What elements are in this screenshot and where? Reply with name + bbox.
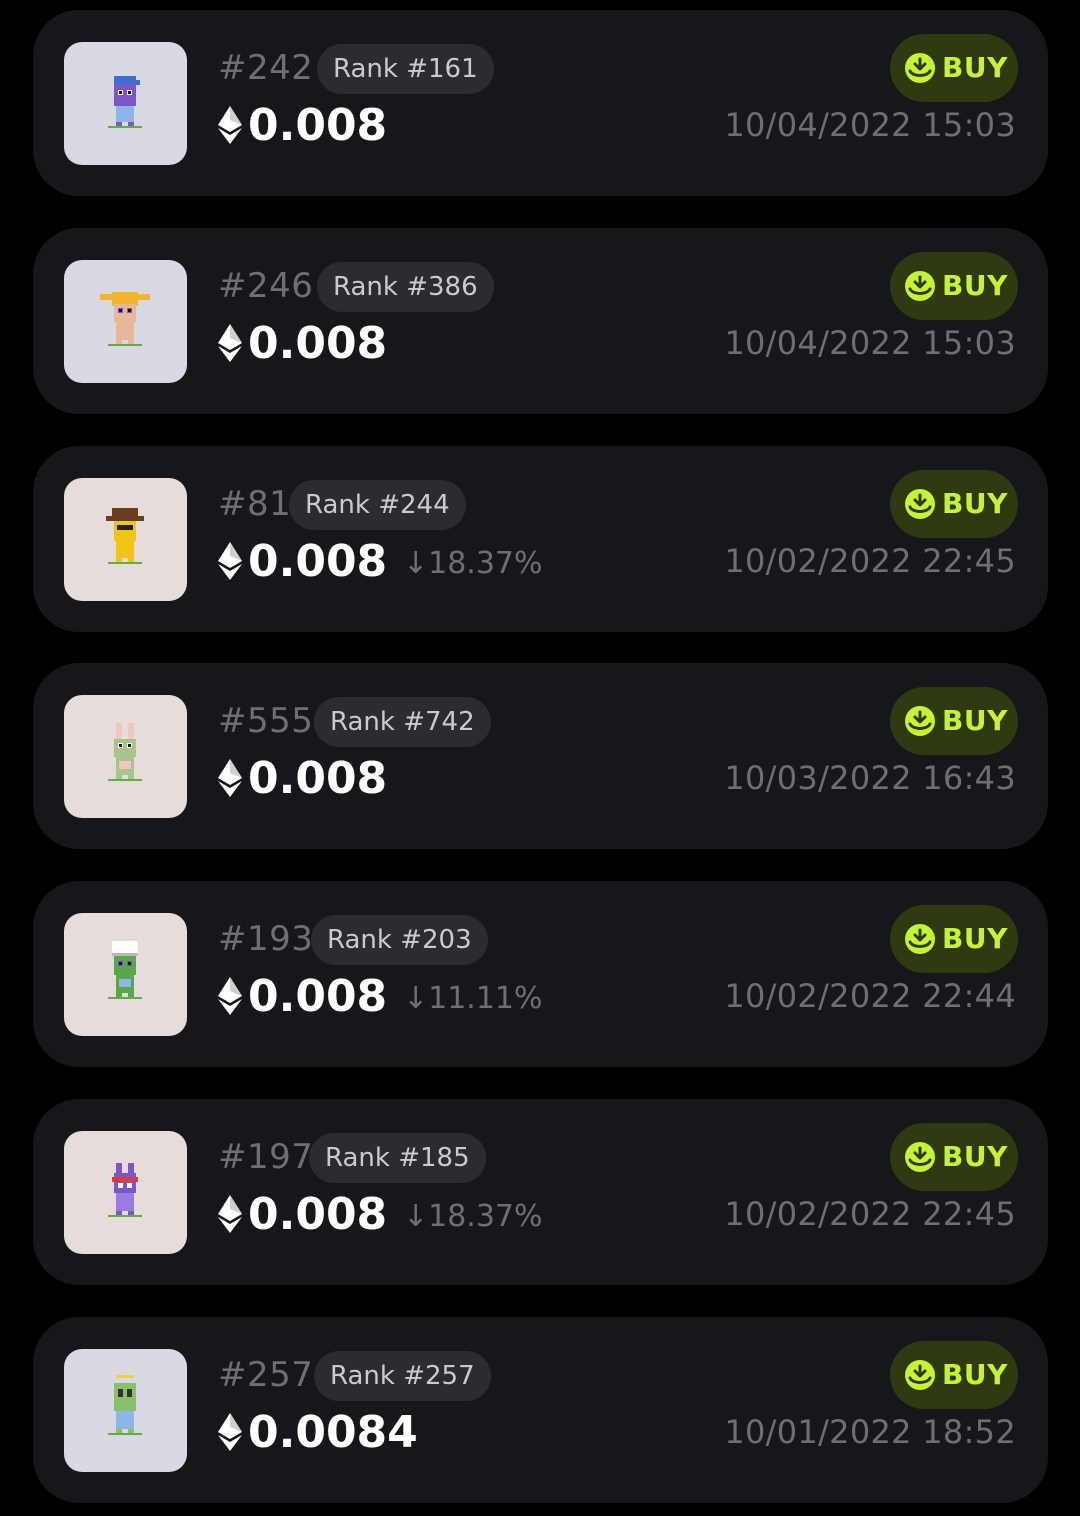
sale-timestamp: 10/02/2022 22:45	[724, 542, 1016, 580]
ethereum-icon	[218, 324, 242, 362]
rank-badge: Rank #386	[317, 262, 494, 312]
rank-badge: Rank #244	[289, 480, 466, 530]
price-value: 0.008	[248, 753, 388, 804]
nft-thumbnail[interactable]	[64, 1131, 187, 1254]
token-id: #257	[218, 1355, 314, 1395]
buy-button[interactable]: BUY	[890, 1341, 1018, 1409]
sale-timestamp: 10/01/2022 18:52	[724, 1413, 1016, 1451]
avatar-image	[64, 42, 187, 165]
token-id: #81	[218, 484, 292, 524]
price-value: 0.008	[248, 318, 388, 369]
buy-label: BUY	[942, 487, 1008, 520]
ethereum-icon	[218, 542, 242, 580]
price-value: 0.008	[248, 100, 388, 151]
nft-thumbnail[interactable]	[64, 1349, 187, 1472]
rank-badge: Rank #161	[317, 44, 494, 94]
listing-card[interactable]: #81 Rank #244 0.008 ↓18.37% BUY 10/02/20…	[33, 446, 1048, 632]
buy-button[interactable]: BUY	[890, 34, 1018, 102]
sale-timestamp: 10/03/2022 16:43	[724, 759, 1016, 797]
ethereum-icon	[218, 1413, 242, 1451]
listing-card[interactable]: #555 Rank #742 0.008 BUY 10/03/2022 16:4…	[33, 663, 1048, 849]
token-id: #246	[218, 266, 314, 306]
price-value: 0.008	[248, 1189, 388, 1240]
nft-thumbnail[interactable]	[64, 42, 187, 165]
price-value: 0.008	[248, 536, 388, 587]
cart-icon	[905, 489, 935, 519]
token-id: #197	[218, 1137, 314, 1177]
price-change: ↓18.37%	[403, 546, 543, 581]
buy-button[interactable]: BUY	[890, 687, 1018, 755]
rank-badge: Rank #742	[314, 697, 491, 747]
sale-timestamp: 10/04/2022 15:03	[724, 106, 1016, 144]
cart-icon	[905, 53, 935, 83]
nft-thumbnail[interactable]	[64, 695, 187, 818]
listing-card[interactable]: #197 Rank #185 0.008 ↓18.37% BUY 10/02/2…	[33, 1099, 1048, 1285]
token-id: #242	[218, 48, 314, 88]
cart-icon	[905, 271, 935, 301]
cart-icon	[905, 1360, 935, 1390]
buy-button[interactable]: BUY	[890, 470, 1018, 538]
buy-label: BUY	[942, 1140, 1008, 1173]
rank-badge: Rank #203	[311, 915, 488, 965]
listing-card[interactable]: #193 Rank #203 0.008 ↓11.11% BUY 10/02/2…	[33, 881, 1048, 1067]
price-value: 0.008	[248, 971, 388, 1022]
ethereum-icon	[218, 759, 242, 797]
buy-button[interactable]: BUY	[890, 1123, 1018, 1191]
price-value: 0.0084	[248, 1407, 418, 1458]
price-change: ↓11.11%	[403, 981, 543, 1016]
rank-badge: Rank #257	[314, 1351, 491, 1401]
avatar-image	[64, 478, 187, 601]
sale-timestamp: 10/02/2022 22:45	[724, 1195, 1016, 1233]
token-id: #555	[218, 701, 314, 741]
sale-timestamp: 10/04/2022 15:03	[724, 324, 1016, 362]
cart-icon	[905, 706, 935, 736]
price-change: ↓18.37%	[403, 1199, 543, 1234]
buy-label: BUY	[942, 704, 1008, 737]
listing-card[interactable]: #257 Rank #257 0.0084 BUY 10/01/2022 18:…	[33, 1317, 1048, 1503]
cart-icon	[905, 924, 935, 954]
cart-icon	[905, 1142, 935, 1172]
rank-badge: Rank #185	[309, 1133, 486, 1183]
buy-label: BUY	[942, 51, 1008, 84]
buy-label: BUY	[942, 922, 1008, 955]
nft-thumbnail[interactable]	[64, 913, 187, 1036]
avatar-image	[64, 913, 187, 1036]
ethereum-icon	[218, 106, 242, 144]
buy-button[interactable]: BUY	[890, 252, 1018, 320]
listing-card[interactable]: #246 Rank #386 0.008 BUY 10/04/2022 15:0…	[33, 228, 1048, 414]
avatar-image	[64, 1131, 187, 1254]
avatar-image	[64, 695, 187, 818]
buy-label: BUY	[942, 1358, 1008, 1391]
ethereum-icon	[218, 1195, 242, 1233]
avatar-image	[64, 1349, 187, 1472]
buy-label: BUY	[942, 269, 1008, 302]
ethereum-icon	[218, 977, 242, 1015]
nft-thumbnail[interactable]	[64, 260, 187, 383]
nft-thumbnail[interactable]	[64, 478, 187, 601]
listing-card[interactable]: #242 Rank #161 0.008 BUY 10/04/2022 15:0…	[33, 10, 1048, 196]
sale-timestamp: 10/02/2022 22:44	[724, 977, 1016, 1015]
buy-button[interactable]: BUY	[890, 905, 1018, 973]
token-id: #193	[218, 919, 314, 959]
avatar-image	[64, 260, 187, 383]
